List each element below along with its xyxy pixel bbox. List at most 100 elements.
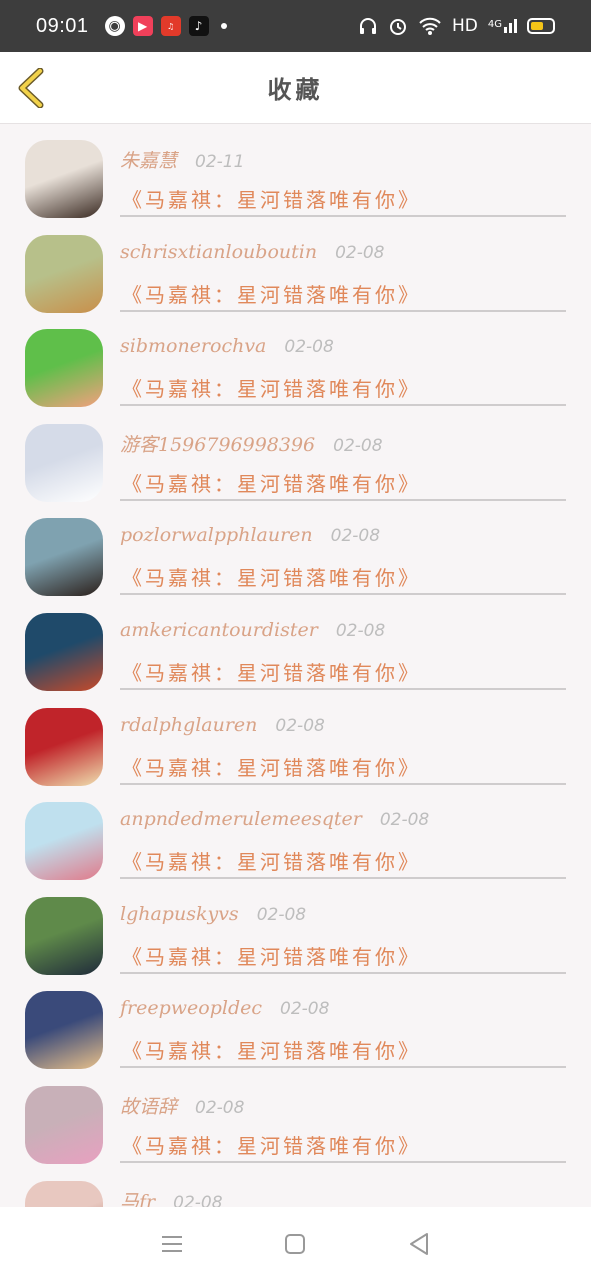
user-avatar[interactable] [25,802,103,881]
back-nav-button[interactable] [399,1224,439,1264]
status-indicators: HD 4G [358,16,555,36]
item-header: sibmonerochva 02-08 [120,335,334,357]
divider [120,215,566,217]
user-avatar[interactable] [25,423,103,502]
tiktok-icon: ♪ [188,16,209,36]
system-nav-bar [0,1207,591,1280]
favorite-list-item[interactable]: freepweopldec 02-08 《马嘉祺：星河错落唯有你》 [0,975,591,1070]
item-date: 02-11 [195,152,245,172]
item-header: lghapuskyvs 02-08 [120,903,306,925]
divider [120,498,566,501]
divider [120,877,566,880]
user-avatar[interactable] [25,140,103,218]
user-name[interactable]: lghapuskyvs [120,903,239,925]
item-date: 02-08 [195,1097,245,1118]
user-avatar[interactable] [25,896,103,975]
more-notifications-dot [220,23,227,29]
alarm-icon [390,19,406,35]
user-name[interactable]: anpndedmerulemeesqter [120,808,362,830]
item-header: schrisxtianlouboutin 02-08 [120,241,384,263]
home-button[interactable] [275,1224,315,1264]
favorite-list-item[interactable]: 朱嘉慧 02-11 《马嘉祺：星河错落唯有你》 [0,124,591,219]
favorited-content-title[interactable]: 《马嘉祺：星河错落唯有你》 [122,657,421,686]
favorite-list-item[interactable]: amkericantourdister 02-08 《马嘉祺：星河错落唯有你》 [0,597,591,692]
item-header: 游客1596796998396 02-08 [120,430,383,457]
user-name[interactable]: 游客1596796998396 [120,430,315,457]
user-name[interactable]: 朱嘉慧 [120,146,177,173]
item-date: 02-08 [173,1192,223,1207]
user-avatar[interactable] [25,991,103,1070]
chevron-left-icon [18,68,44,108]
favorited-content-title[interactable]: 《马嘉祺：星河错落唯有你》 [122,468,421,497]
favorited-content-title[interactable]: 《马嘉祺：星河错落唯有你》 [122,846,421,875]
favorite-list-item[interactable]: 故语辞 02-08 《马嘉祺：星河错落唯有你》 [0,1070,591,1165]
favorited-content-title[interactable]: 《马嘉祺：星河错落唯有你》 [122,752,421,781]
user-name[interactable]: amkericantourdister [120,619,318,641]
item-header: 马fr 02-08 [120,1187,223,1207]
item-header: anpndedmerulemeesqter 02-08 [120,808,429,830]
user-avatar[interactable] [25,1180,103,1207]
item-date: 02-08 [330,526,381,547]
divider [120,404,566,407]
user-name[interactable]: sibmonerochva [120,335,266,357]
favorited-content-title[interactable]: 《马嘉祺：星河错落唯有你》 [122,1035,421,1064]
favorited-content-title[interactable]: 《马嘉祺：星河错落唯有你》 [122,373,421,402]
item-date: 02-08 [280,999,330,1020]
user-avatar[interactable] [25,329,103,408]
divider [120,309,566,312]
battery-icon [527,18,555,34]
signal-indicator: 4G [488,19,517,33]
user-name[interactable]: pozlorwalpphlauren [120,524,313,546]
app-header: 收藏 [0,52,591,124]
favorite-list-item[interactable]: 马fr 02-08 [0,1165,591,1207]
favorited-content-title[interactable]: 《马嘉祺：星河错落唯有你》 [122,941,421,970]
divider [120,1160,566,1163]
item-date: 02-08 [335,620,386,641]
item-header: freepweopldec 02-08 [120,997,329,1019]
triangle-back-icon [410,1232,429,1255]
divider [120,593,566,596]
user-name[interactable]: rdalphglauren [120,714,257,736]
page-title: 收藏 [267,75,324,104]
user-avatar[interactable] [25,234,103,313]
favorite-list-item[interactable]: schrisxtianlouboutin 02-08 《马嘉祺：星河错落唯有你》 [0,219,591,314]
favorites-list[interactable]: 朱嘉慧 02-11 《马嘉祺：星河错落唯有你》 schrisxtianloubouti… [0,124,591,1207]
favorited-content-title[interactable]: 《马嘉祺：星河错落唯有你》 [122,279,421,308]
user-name[interactable]: 马fr [120,1187,155,1207]
status-time: 09:01 [36,14,89,37]
favorite-list-item[interactable]: lghapuskyvs 02-08 《马嘉祺：星河错落唯有你》 [0,881,591,976]
favorited-content-title[interactable]: 《马嘉祺：星河错落唯有你》 [122,1130,421,1159]
status-bar: 09:01 ◉ ▶ ♫ ♪ HD 4G [0,0,591,52]
favorite-list-item[interactable]: 游客1596796998396 02-08 《马嘉祺：星河错落唯有你》 [0,408,591,503]
divider [120,687,566,690]
back-button[interactable] [14,68,48,108]
item-date: 02-08 [335,242,385,263]
recent-apps-button[interactable] [152,1224,192,1264]
music-app-icon: ♫ [160,16,181,36]
favorite-list-item[interactable]: rdalphglauren 02-08 《马嘉祺：星河错落唯有你》 [0,692,591,787]
divider [120,1066,566,1069]
favorited-content-title[interactable]: 《马嘉祺：星河错落唯有你》 [122,184,421,213]
favorite-list-item[interactable]: pozlorwalpphlauren 02-08 《马嘉祺：星河错落唯有你》 [0,502,591,597]
video-app-icon: ▶ [132,16,153,36]
user-name[interactable]: 故语辞 [120,1092,177,1119]
favorited-content-title[interactable]: 《马嘉祺：星河错落唯有你》 [122,562,421,591]
square-icon [285,1233,306,1254]
network-type-label: HD [452,16,478,36]
item-header: pozlorwalpphlauren 02-08 [120,524,380,546]
user-avatar[interactable] [25,518,103,597]
user-avatar[interactable] [25,612,103,691]
item-date: 02-08 [256,904,307,925]
user-name[interactable]: freepweopldec [120,997,262,1019]
user-avatar[interactable] [25,707,103,786]
user-avatar[interactable] [25,1085,103,1164]
favorite-list-item[interactable]: sibmonerochva 02-08 《马嘉祺：星河错落唯有你》 [0,313,591,408]
user-name[interactable]: schrisxtianlouboutin [120,241,317,263]
globe-icon: ◉ [104,16,125,36]
favorite-list-item[interactable]: anpndedmerulemeesqter 02-08 《马嘉祺：星河错落唯有你》 [0,786,591,881]
item-header: 故语辞 02-08 [120,1092,244,1119]
headphones-icon [360,18,376,34]
item-header: 朱嘉慧 02-11 [120,146,244,173]
item-date: 02-08 [284,337,334,358]
wifi-icon [419,17,441,35]
